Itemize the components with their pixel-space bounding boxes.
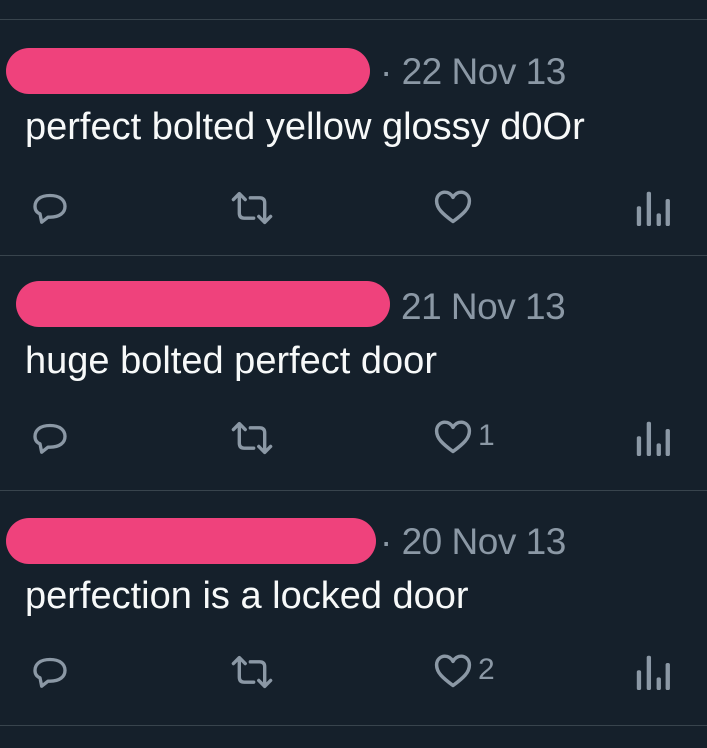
reply-button[interactable] — [30, 188, 70, 228]
reply-button[interactable] — [30, 418, 70, 458]
views-bar-chart-icon — [636, 655, 670, 690]
retweet-button[interactable] — [230, 189, 274, 227]
tweet-feed: · 22 Nov 13 perfect bolted yellow glossy… — [0, 0, 707, 748]
reply-button[interactable] — [30, 652, 70, 692]
divider — [0, 725, 707, 726]
retweet-icon — [231, 421, 273, 455]
tweet-date: 21 Nov 13 — [401, 286, 566, 327]
views-button[interactable] — [635, 418, 671, 458]
retweet-icon — [231, 191, 273, 225]
tweet[interactable]: 21 Nov 13 huge bolted perfect door 1 — [0, 256, 707, 491]
reply-icon — [33, 193, 67, 224]
reply-icon — [33, 657, 67, 688]
retweet-button[interactable] — [230, 653, 274, 691]
like-button[interactable] — [432, 187, 478, 225]
retweet-icon — [231, 655, 273, 689]
like-heart-icon — [434, 420, 472, 454]
tweet-text: perfection is a locked door — [25, 575, 469, 617]
views-bar-chart-icon — [636, 421, 670, 456]
views-button[interactable] — [635, 188, 671, 228]
tweet-date: · 22 Nov 13 — [380, 51, 566, 92]
like-button[interactable]: 2 — [432, 651, 495, 689]
tweet[interactable]: · 22 Nov 13 perfect bolted yellow glossy… — [0, 20, 707, 255]
like-count: 1 — [478, 419, 495, 452]
tweet-date: · 20 Nov 13 — [380, 521, 566, 562]
like-button[interactable]: 1 — [432, 417, 495, 455]
tweet-text: perfect bolted yellow glossy d0Or — [25, 106, 585, 148]
redacted-username — [6, 518, 376, 564]
redacted-username — [6, 48, 370, 94]
tweet-text: huge bolted perfect door — [25, 340, 437, 382]
retweet-button[interactable] — [230, 419, 274, 457]
like-heart-icon — [434, 190, 472, 224]
views-bar-chart-icon — [636, 191, 670, 226]
tweet[interactable]: · 20 Nov 13 perfection is a locked door … — [0, 491, 707, 726]
redacted-username — [16, 281, 390, 327]
views-button[interactable] — [635, 652, 671, 692]
like-count: 2 — [478, 653, 495, 686]
reply-icon — [33, 423, 67, 454]
like-heart-icon — [434, 654, 472, 688]
